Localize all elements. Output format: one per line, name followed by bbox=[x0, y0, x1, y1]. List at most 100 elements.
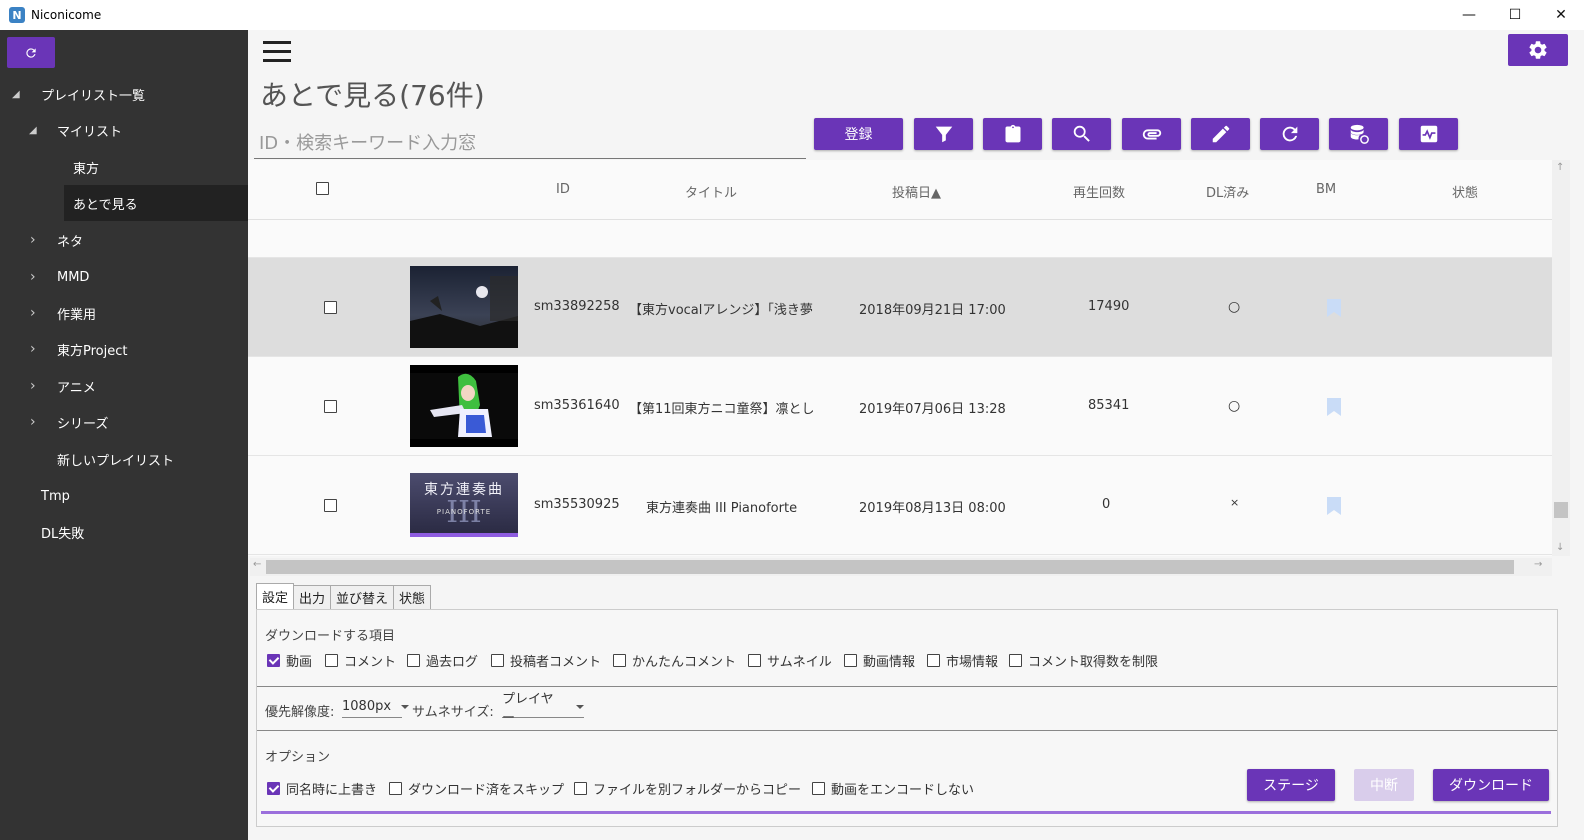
checkbox[interactable] bbox=[748, 654, 761, 667]
expand-arrow-icon[interactable]: › bbox=[30, 378, 36, 394]
expand-arrow-icon[interactable]: › bbox=[30, 414, 36, 430]
search-input[interactable]: ID・検索キーワード入力窓 bbox=[254, 126, 806, 159]
table-row[interactable]: sm33892258 【東方vocalアレンジ】「浅き夢. 2018年09月21… bbox=[248, 258, 1552, 357]
column-header-title[interactable]: タイトル bbox=[685, 182, 737, 201]
tab-sort[interactable]: 並び替え bbox=[330, 585, 395, 609]
row-checkbox[interactable] bbox=[324, 499, 337, 512]
expand-arrow-icon[interactable]: › bbox=[30, 232, 36, 248]
column-header-bookmark[interactable]: BM bbox=[1316, 182, 1336, 197]
option-past-log[interactable]: 過去ログ bbox=[407, 651, 478, 670]
resolution-select[interactable]: 1080px bbox=[342, 696, 410, 718]
menu-icon[interactable] bbox=[263, 41, 291, 63]
sidebar-item-series[interactable]: › シリーズ bbox=[0, 404, 248, 440]
checkbox[interactable] bbox=[389, 782, 402, 795]
sidebar-item-tmp[interactable]: Tmp bbox=[0, 478, 248, 514]
checkbox[interactable] bbox=[267, 654, 280, 667]
expand-arrow-icon[interactable]: › bbox=[30, 341, 36, 357]
bookmark-icon[interactable] bbox=[1327, 398, 1341, 416]
row-checkbox[interactable] bbox=[324, 400, 337, 413]
column-header-views[interactable]: 再生回数 bbox=[1073, 182, 1125, 201]
minimize-button[interactable]: — bbox=[1446, 0, 1492, 30]
sidebar-item-new-playlist[interactable]: 新しいプレイリスト bbox=[0, 441, 248, 477]
sidebar-item-dl-failed[interactable]: DL失敗 bbox=[0, 514, 248, 550]
window-title: Niconicome bbox=[31, 8, 102, 22]
close-button[interactable]: ✕ bbox=[1538, 0, 1584, 30]
table-row[interactable] bbox=[248, 220, 1552, 258]
column-header-posted[interactable]: 投稿日▲ bbox=[892, 182, 941, 201]
option-market-info[interactable]: 市場情報 bbox=[927, 651, 998, 670]
table-row[interactable]: sm35361640 【第11回東方ニコ童祭】凛としﾞ 2019年07月06日 … bbox=[248, 357, 1552, 456]
expand-arrow-icon[interactable]: ◢ bbox=[29, 125, 37, 136]
option-thumbnail[interactable]: サムネイル bbox=[748, 651, 832, 670]
option-comment[interactable]: コメント bbox=[325, 651, 396, 670]
sync-button[interactable] bbox=[1329, 118, 1388, 150]
checkbox[interactable] bbox=[407, 654, 420, 667]
thumbnail-size-select[interactable]: プレイヤー bbox=[502, 692, 584, 726]
option-video[interactable]: 動画 bbox=[267, 651, 312, 670]
column-header-state[interactable]: 状態 bbox=[1452, 182, 1478, 201]
tab-settings[interactable]: 設定 bbox=[256, 583, 295, 609]
tab-state[interactable]: 状態 bbox=[393, 585, 432, 609]
sidebar-item-touhou[interactable]: 東方 bbox=[0, 149, 248, 185]
tab-output[interactable]: 出力 bbox=[293, 585, 332, 609]
scroll-up-icon[interactable]: ↑ bbox=[1556, 162, 1564, 173]
scroll-down-icon[interactable]: ↓ bbox=[1556, 542, 1564, 553]
expand-arrow-icon[interactable]: › bbox=[30, 305, 36, 321]
refresh-button[interactable] bbox=[1260, 118, 1319, 150]
sidebar-item-work[interactable]: › 作業用 bbox=[0, 295, 248, 331]
column-header-downloaded[interactable]: DL済み bbox=[1206, 182, 1249, 201]
expand-arrow-icon[interactable]: ◢ bbox=[12, 89, 20, 100]
sidebar-item-mylist[interactable]: ◢ マイリスト bbox=[0, 112, 248, 148]
checkbox[interactable] bbox=[491, 654, 504, 667]
settings-button[interactable] bbox=[1508, 34, 1568, 66]
option-no-encode[interactable]: 動画をエンコードしない bbox=[812, 779, 974, 798]
select-all-checkbox[interactable] bbox=[316, 182, 329, 195]
checkbox[interactable] bbox=[267, 782, 280, 795]
filter-button[interactable] bbox=[914, 118, 973, 150]
abort-button[interactable]: 中断 bbox=[1354, 769, 1414, 801]
sidebar-item-playlists[interactable]: ◢ プレイリスト一覧 bbox=[0, 76, 248, 112]
vertical-scroll-thumb[interactable] bbox=[1554, 502, 1568, 518]
sidebar-item-watch-later[interactable]: あとで見る bbox=[64, 185, 248, 221]
scroll-right-icon[interactable]: → bbox=[1534, 559, 1542, 570]
expand-arrow-icon[interactable]: › bbox=[30, 269, 36, 285]
download-button[interactable]: ダウンロード bbox=[1433, 769, 1549, 801]
sidebar-item-touhou-project[interactable]: › 東方Project bbox=[0, 331, 248, 367]
horizontal-scroll-thumb[interactable] bbox=[266, 560, 1514, 574]
playlist-refresh-button[interactable] bbox=[7, 37, 55, 68]
search-button[interactable] bbox=[1052, 118, 1111, 150]
checkbox[interactable] bbox=[574, 782, 587, 795]
checkbox[interactable] bbox=[927, 654, 940, 667]
sidebar-item-mmd[interactable]: › MMD bbox=[0, 259, 248, 295]
paste-button[interactable] bbox=[983, 118, 1042, 150]
column-header-id[interactable]: ID bbox=[556, 182, 570, 197]
option-skip-downloaded[interactable]: ダウンロード済をスキップ bbox=[389, 779, 564, 798]
checkbox[interactable] bbox=[812, 782, 825, 795]
option-owner-comment[interactable]: 投稿者コメント bbox=[491, 651, 601, 670]
sidebar-item-anime[interactable]: › アニメ bbox=[0, 368, 248, 404]
checkbox[interactable] bbox=[1009, 654, 1022, 667]
edit-button[interactable] bbox=[1191, 118, 1250, 150]
bookmark-icon[interactable] bbox=[1327, 497, 1341, 515]
option-overwrite[interactable]: 同名時に上書き bbox=[267, 779, 377, 798]
table-row[interactable]: 東方連奏曲 III PIANOFORTE sm35530925 東方連奏曲 II… bbox=[248, 456, 1552, 555]
option-copy-from-folder[interactable]: ファイルを別フォルダーからコピー bbox=[574, 779, 801, 798]
clipboard-icon bbox=[1005, 124, 1020, 143]
attach-button[interactable] bbox=[1122, 118, 1181, 150]
checkbox[interactable] bbox=[613, 654, 626, 667]
register-button[interactable]: 登録 bbox=[814, 118, 903, 150]
table-vertical-scrollbar[interactable]: ↑ ↓ bbox=[1552, 160, 1570, 556]
maximize-button[interactable]: ☐ bbox=[1492, 0, 1538, 30]
option-easy-comment[interactable]: かんたんコメント bbox=[613, 651, 736, 670]
stage-button[interactable]: ステージ bbox=[1247, 769, 1335, 801]
sidebar-item-neta[interactable]: › ネタ bbox=[0, 222, 248, 258]
checkbox[interactable] bbox=[844, 654, 857, 667]
option-limit-comment-count[interactable]: コメント取得数を制限 bbox=[1009, 651, 1158, 670]
table-horizontal-scrollbar[interactable]: ← → bbox=[250, 558, 1552, 576]
row-checkbox[interactable] bbox=[324, 301, 337, 314]
scroll-left-icon[interactable]: ← bbox=[253, 559, 261, 570]
option-video-info[interactable]: 動画情報 bbox=[844, 651, 915, 670]
bookmark-icon[interactable] bbox=[1327, 299, 1341, 317]
monitor-button[interactable] bbox=[1399, 118, 1458, 150]
checkbox[interactable] bbox=[325, 654, 338, 667]
